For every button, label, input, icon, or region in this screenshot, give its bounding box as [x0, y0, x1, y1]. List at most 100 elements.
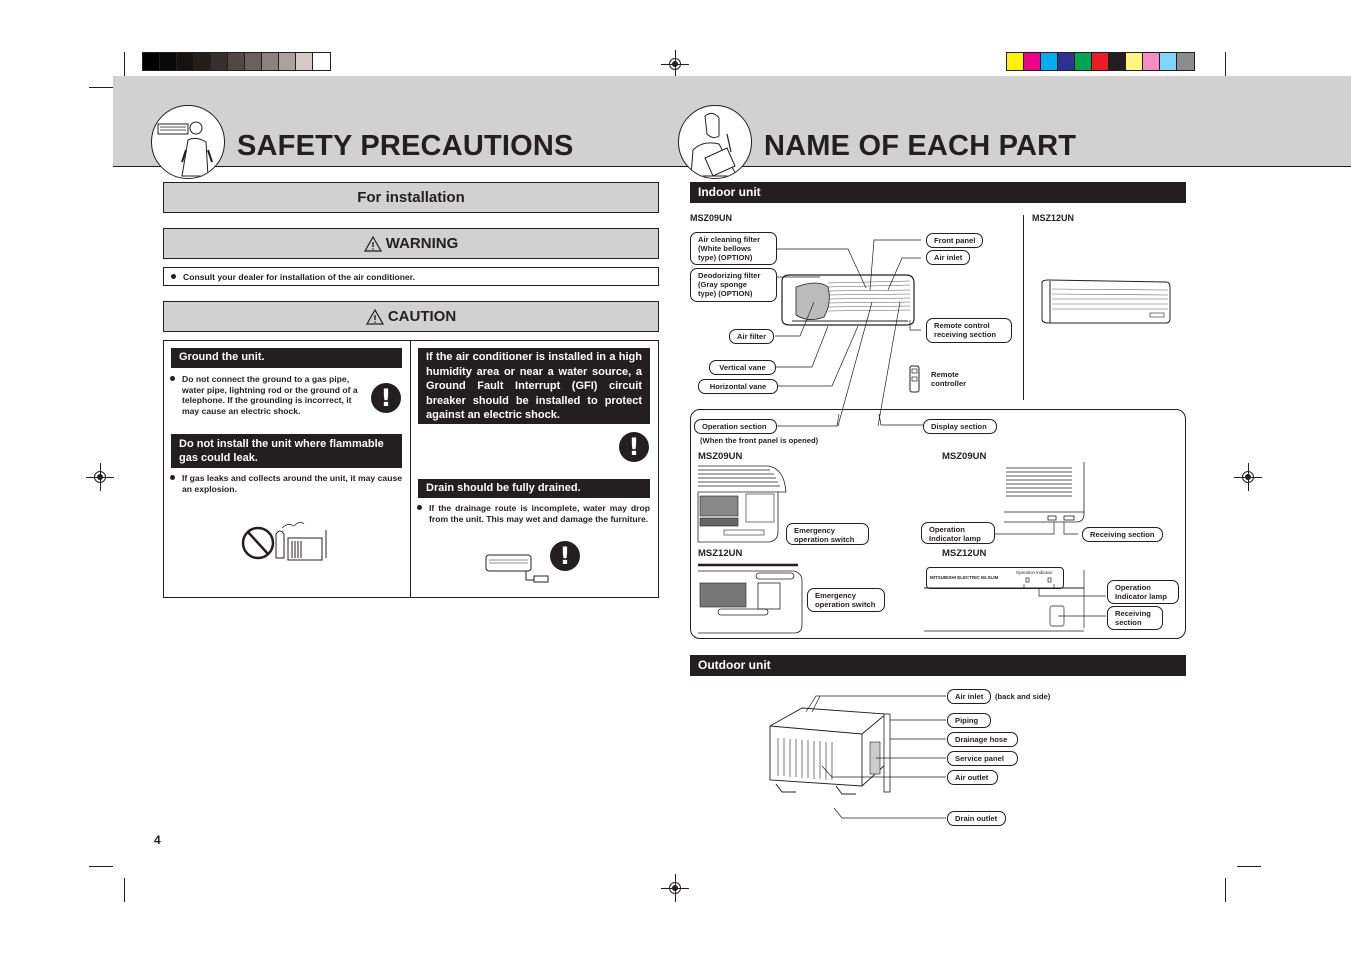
color-swatch — [279, 53, 296, 70]
warning-header: WARNING — [163, 228, 659, 259]
callout-line: Indicator lamp — [929, 534, 981, 543]
model-msz09un: MSZ09UN — [690, 213, 733, 223]
caution-label: CAUTION — [387, 308, 457, 325]
warning-label: WARNING — [385, 235, 459, 252]
color-swatch — [1007, 53, 1024, 70]
callout-line: (Gray sponge — [698, 280, 747, 289]
caution-column-divider — [410, 340, 411, 598]
callout-line: section — [1115, 618, 1142, 627]
indoor-unit-heading: Indoor unit — [690, 182, 1186, 203]
caution-header: CAUTION — [163, 301, 659, 332]
detail-model-msz09un-left: MSZ09UN — [698, 451, 743, 462]
label-line: controller — [931, 379, 967, 388]
operation-section-note: (When the front panel is opened) — [700, 436, 819, 445]
color-swatch — [1092, 53, 1109, 70]
color-swatch — [1075, 53, 1092, 70]
reading-person-illustration-icon — [678, 105, 752, 179]
callout-service-panel: Service panel — [947, 751, 1018, 766]
installer-illustration-icon — [151, 105, 225, 179]
callout-line: Indicator lamp — [1115, 592, 1167, 601]
crop-mark — [1237, 866, 1261, 867]
warning-triangle-icon — [363, 235, 382, 252]
gfi-breaker-heading: If the air conditioner is installed in a… — [418, 348, 650, 424]
color-swatch — [1126, 53, 1143, 70]
callout-vertical-vane: Vertical vane — [709, 360, 776, 375]
callout-line: Remote control — [934, 321, 990, 330]
color-swatch — [296, 53, 313, 70]
callout-remote-receiving: Remote control receiving section — [926, 318, 1012, 343]
color-swatch — [194, 53, 211, 70]
callout-line: Receiving — [1115, 609, 1151, 618]
detail-model-msz12un-right: MSZ12UN — [942, 548, 987, 559]
mandatory-icon: ! — [619, 432, 649, 462]
color-swatch — [160, 53, 177, 70]
callout-line: Emergency — [794, 526, 835, 535]
color-swatch — [245, 53, 262, 70]
outdoor-air-inlet-note: (back and side) — [995, 692, 1051, 701]
callout-line: operation switch — [794, 535, 855, 544]
color-swatch — [1143, 53, 1160, 70]
detail-model-msz12un-left: MSZ12UN — [698, 548, 743, 559]
flammable-gas-heading: Do not install the unit where flammable … — [171, 434, 402, 468]
color-swatch — [1058, 53, 1075, 70]
ground-unit-text: Do not connect the ground to a gas pipe,… — [170, 374, 366, 416]
page-number: 4 — [154, 833, 161, 847]
drain-text: If the drainage route is incomplete, wat… — [417, 503, 650, 524]
crop-mark — [89, 87, 113, 88]
color-swatch — [1177, 53, 1194, 70]
callout-front-panel: Front panel — [926, 233, 984, 248]
mandatory-icon: ! — [371, 383, 401, 413]
color-swatch — [1109, 53, 1126, 70]
page-title-parts: NAME OF EACH PART — [764, 130, 1077, 162]
warning-item: Consult your dealer for installation of … — [170, 272, 416, 282]
display-leader-lines-a — [994, 522, 1078, 535]
color-swatch — [177, 53, 194, 70]
process-color-bar — [1006, 52, 1195, 71]
callout-line: Air cleaning filter — [698, 235, 761, 244]
flammable-gas-text: If gas leaks and collects around the uni… — [170, 473, 402, 494]
remote-controller-icon — [909, 365, 920, 393]
indoor-unit-msz12un-illustration — [1041, 279, 1171, 324]
label-remote-controller: Remote controller — [931, 370, 966, 388]
callout-line: Operation — [1115, 583, 1151, 592]
page-title-safety: SAFETY PRECAUTIONS — [237, 130, 574, 162]
gray-color-bar — [142, 52, 331, 71]
callout-drainage-hose: Drainage hose — [947, 732, 1018, 747]
model-msz12un: MSZ12UN — [1032, 213, 1075, 223]
callout-receiving-section-msz09un: Receiving section — [1082, 527, 1163, 542]
callout-air-cleaning-filter: Air cleaning filter (White bellows type)… — [690, 232, 777, 265]
color-swatch — [262, 53, 279, 70]
callout-line: type) (OPTION) — [698, 289, 753, 298]
callout-line: operation switch — [815, 600, 876, 609]
callout-line: (White bellows — [698, 244, 752, 253]
callout-deodorizing-filter: Deodorizing filter (Gray sponge type) (O… — [690, 268, 777, 302]
color-swatch — [1024, 53, 1041, 70]
color-swatch — [1041, 53, 1058, 70]
indoor-drain-illustration — [485, 554, 549, 583]
color-swatch — [143, 53, 160, 70]
callout-operation-lamp-msz09un: Operation Indicator lamp — [921, 522, 995, 544]
crop-mark — [89, 866, 113, 867]
callout-air-outlet: Air outlet — [947, 770, 998, 785]
drain-heading: Drain should be fully drained. — [418, 479, 650, 498]
callout-operation-lamp-msz12un: Operation Indicator lamp — [1107, 580, 1179, 604]
callout-line: Deodorizing filter — [698, 271, 761, 280]
warning-list: Consult your dealer for installation of … — [163, 267, 659, 286]
color-swatch — [313, 53, 330, 70]
callout-line: type) (OPTION) — [698, 253, 753, 262]
callout-line: Emergency — [815, 591, 856, 600]
callout-drain-outlet: Drain outlet — [947, 811, 1006, 826]
for-installation-label: For installation — [357, 189, 465, 206]
color-swatch — [1160, 53, 1177, 70]
detail-leader-lines — [777, 413, 923, 427]
callout-line: receiving section — [934, 330, 997, 339]
crop-mark — [1225, 52, 1226, 76]
ground-unit-heading: Ground the unit. — [171, 348, 402, 368]
warning-triangle-icon — [365, 308, 384, 325]
callout-operation-section: Operation section — [694, 419, 777, 434]
for-installation-header: For installation — [163, 182, 659, 213]
label-line: Remote — [931, 370, 959, 379]
callout-emergency-switch-msz12un: Emergency operation switch — [807, 588, 885, 612]
callout-air-inlet: Air inlet — [926, 250, 971, 265]
callout-horizontal-vane: Horizontal vane — [698, 379, 778, 394]
